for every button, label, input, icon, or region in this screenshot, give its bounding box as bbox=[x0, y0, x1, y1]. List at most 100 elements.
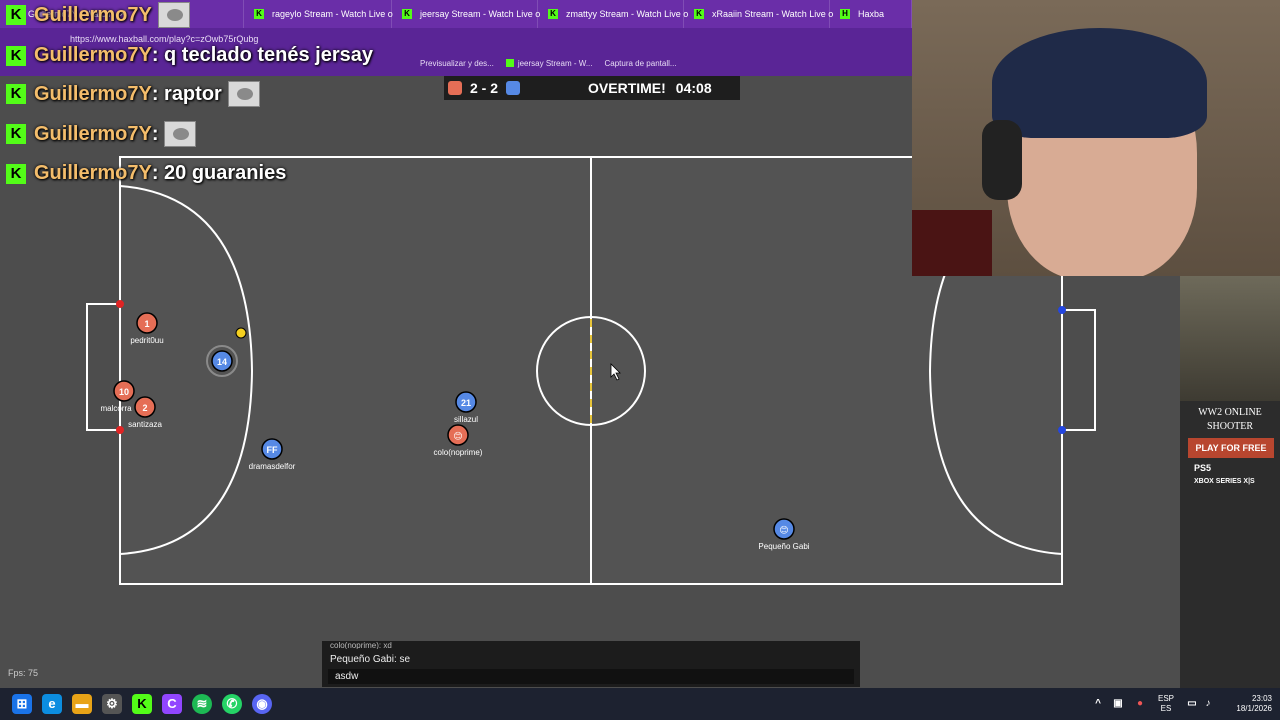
xbox-logo: XBOX SERIES X|S bbox=[1194, 478, 1255, 485]
tab-label: Haxba bbox=[858, 9, 885, 19]
ad-image bbox=[1180, 276, 1280, 401]
ad-title: WW2 ONLINE SHOOTER bbox=[1180, 406, 1280, 434]
tab-jeersay[interactable]: Kjeersay Stream - Watch Live o✕ bbox=[392, 0, 557, 28]
red-team-icon bbox=[448, 81, 462, 95]
tray-time: 23:03 bbox=[1251, 694, 1272, 703]
chat-message: : 20 guaranies bbox=[151, 162, 287, 184]
spotify-icon[interactable]: ≋ bbox=[192, 694, 212, 714]
right-post-bottom bbox=[1058, 426, 1066, 434]
twitch-icon[interactable]: C bbox=[162, 694, 182, 714]
game-chat: colo(noprime): xd Pequeño Gabi: se bbox=[322, 641, 860, 687]
kick-icon: K bbox=[694, 9, 704, 19]
game-clock: 04:08 bbox=[675, 80, 712, 96]
bookmark-previsualizar[interactable]: Previsualizar y des... bbox=[420, 59, 494, 68]
overtime-label: OVERTIME! bbox=[588, 80, 666, 96]
ad-title-line: WW2 ONLINE bbox=[1198, 407, 1262, 418]
kick-icon: K bbox=[6, 84, 26, 104]
player-avatar: 1 bbox=[144, 319, 149, 329]
headset-icon bbox=[982, 120, 1022, 200]
player-avatar: 21 bbox=[461, 398, 471, 408]
ps5-logo: PS5 bbox=[1194, 463, 1212, 473]
chat-username: Guillermo7Y bbox=[34, 3, 152, 26]
player-avatar: 😊 bbox=[453, 431, 462, 442]
bookmark-jeersay[interactable]: jeersay Stream - W... bbox=[505, 59, 593, 68]
file-explorer-icon[interactable]: ▬ bbox=[72, 694, 92, 714]
language-code: ESP bbox=[1158, 694, 1175, 703]
haxball-icon: H bbox=[840, 9, 850, 19]
left-post-top bbox=[116, 300, 124, 308]
kick-icon: K bbox=[6, 124, 26, 144]
language-indicator[interactable]: ESP ES bbox=[1158, 694, 1174, 714]
stream-chat-line: K Guillermo7Y bbox=[6, 2, 190, 28]
chat-username: Guillermo7Y bbox=[34, 82, 152, 105]
fps-counter: Fps: 75 bbox=[8, 668, 39, 678]
play-for-free-button[interactable]: PLAY FOR FREE bbox=[1188, 438, 1274, 458]
player-name: santizaza bbox=[128, 420, 162, 429]
kick-icon: K bbox=[548, 9, 558, 19]
tab-rageylo[interactable]: Krageylo Stream - Watch Live o✕ bbox=[244, 0, 409, 28]
player-avatar: 14 bbox=[217, 357, 227, 367]
advertisement[interactable]: WW2 ONLINE SHOOTER PLAY FOR FREE PS5 XBO… bbox=[1180, 276, 1280, 688]
tray-date: 18/1/2026 bbox=[1236, 704, 1272, 713]
kick-icon: K bbox=[6, 45, 26, 66]
kick-icon: K bbox=[402, 9, 412, 19]
stream-chat-line: K Guillermo7Y : 20 guaranies bbox=[6, 162, 286, 185]
player-name: dramasdelfor bbox=[249, 462, 296, 471]
tab-label: zmattyy Stream - Watch Live o bbox=[566, 9, 689, 19]
url-text: https://www.haxball.com/play?c=zOwb75rQu… bbox=[70, 34, 259, 44]
chat-message: : q teclado tenés jersay bbox=[151, 44, 374, 66]
kick-icon: K bbox=[254, 9, 264, 19]
player-name: Pequeño Gabi bbox=[758, 542, 809, 551]
kick-icon: K bbox=[6, 163, 26, 184]
bookmark-captura[interactable]: Captura de pantall... bbox=[605, 59, 677, 68]
player-avatar: 10 bbox=[119, 387, 129, 397]
webcam-bandana bbox=[992, 28, 1207, 138]
tab-xraaiin[interactable]: KxRaaiin Stream - Watch Live o✕ bbox=[684, 0, 850, 28]
tray-gamepad-icon[interactable]: ▣ bbox=[1108, 694, 1128, 714]
stream-chat-line: K Guillermo7Y : bbox=[6, 121, 197, 147]
right-post-top bbox=[1058, 306, 1066, 314]
chat-username: Guillermo7Y bbox=[34, 44, 152, 66]
stream-chat-line: K Guillermo7Y : raptor bbox=[6, 81, 260, 107]
kick-icon: K bbox=[6, 5, 26, 25]
tab-label: xRaaiin Stream - Watch Live o bbox=[712, 9, 834, 19]
settings-icon[interactable]: ⚙ bbox=[102, 694, 122, 714]
player-name: colo(noprime) bbox=[434, 448, 483, 457]
emote-icon bbox=[157, 2, 190, 28]
player-avatar: 2 bbox=[142, 403, 147, 413]
webcam-overlay bbox=[912, 0, 1280, 276]
chat-username: Guillermo7Y bbox=[34, 162, 152, 184]
stream-chat-line: K Guillermo7Y : q teclado tenés jersay bbox=[6, 44, 373, 67]
chat-message: : raptor bbox=[151, 82, 222, 105]
tab-label: jeersay Stream - Watch Live o bbox=[420, 9, 541, 19]
kick-icon bbox=[505, 59, 514, 67]
keyboard-code: ES bbox=[1160, 704, 1172, 713]
chat-username: Guillermo7Y bbox=[34, 122, 152, 145]
tab-haxball[interactable]: H Haxba bbox=[830, 0, 912, 28]
kick-app-icon[interactable]: K bbox=[132, 694, 152, 714]
bookmark-label: Previsualizar y des... bbox=[420, 58, 494, 68]
player-name: sillazul bbox=[454, 415, 478, 424]
player-14-self: 14 bbox=[206, 345, 238, 377]
tab-label: rageylo Stream - Watch Live o bbox=[272, 9, 393, 19]
score: 2 - 2 bbox=[470, 80, 499, 96]
chat-message: : bbox=[151, 122, 159, 145]
bookmark-label: Captura de pantall... bbox=[604, 58, 677, 68]
emote-icon bbox=[164, 121, 197, 147]
chat-last-message: Pequeño Gabi: se bbox=[330, 654, 411, 665]
ad-title-line: SHOOTER bbox=[1206, 421, 1254, 432]
windows-start-icon[interactable]: ⊞ bbox=[12, 694, 32, 714]
edge-icon[interactable]: e bbox=[42, 694, 62, 714]
chat-input[interactable] bbox=[328, 669, 854, 684]
taskbar: ⊞ e ▬ ⚙ K C ≋ ✆ ◉ ^ ▣ ● ▭ ♪ bbox=[0, 688, 1280, 720]
player-sillazul: 21 sillazul bbox=[454, 391, 478, 424]
tray-mic-icon[interactable]: ● bbox=[1130, 694, 1150, 714]
tab-zmattyy[interactable]: Kzmattyy Stream - Watch Live o✕ bbox=[538, 0, 705, 28]
discord-icon[interactable]: ◉ bbox=[252, 694, 272, 714]
clock-tray[interactable]: 23:03 18/1/2026 bbox=[1222, 694, 1272, 714]
whatsapp-icon[interactable]: ✆ bbox=[222, 694, 242, 714]
player-avatar: FF bbox=[267, 445, 278, 455]
tray-chevron-icon[interactable]: ^ bbox=[1088, 694, 1108, 714]
left-post-bottom bbox=[116, 426, 124, 434]
tray-volume-icon[interactable]: ♪ bbox=[1198, 694, 1218, 714]
